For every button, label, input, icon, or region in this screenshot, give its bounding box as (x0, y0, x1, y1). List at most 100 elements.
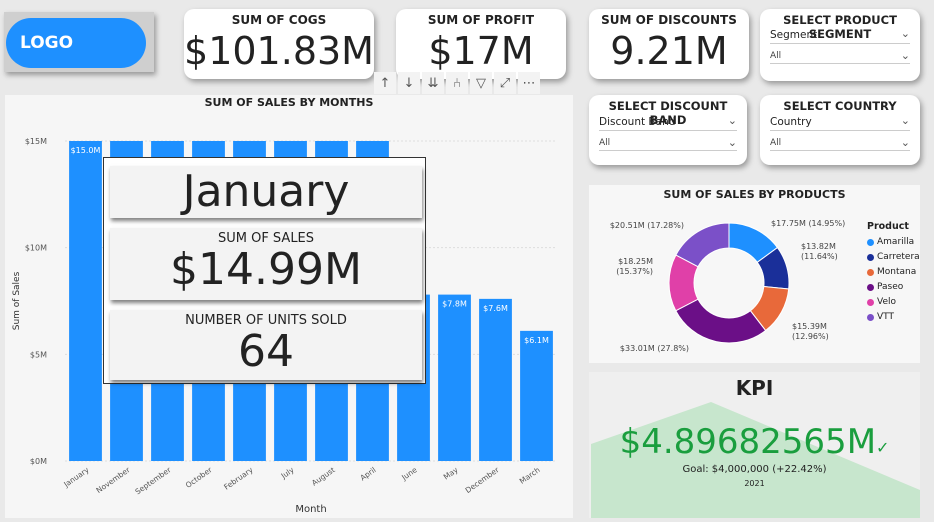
product-legend: Product Amarilla Carretera Montana Paseo Vel… (867, 221, 920, 327)
discount-band-dropdown[interactable]: All ⌄ (599, 136, 737, 151)
tooltip-month-card: January (110, 166, 422, 218)
x-tick-label: September (134, 465, 174, 497)
chevron-down-icon[interactable]: ⌄ (728, 136, 737, 149)
bar[interactable] (69, 141, 102, 461)
chevron-down-icon[interactable]: ⌄ (901, 49, 910, 62)
kpi-panel: KPI $4.89682565M✓ Goal: $4,000,000 (+22.… (589, 372, 920, 518)
slice-data-label: $17.75M (14.95%) (771, 219, 845, 228)
bar[interactable] (520, 330, 553, 461)
tooltip-units-value: 64 (238, 326, 294, 377)
kpi-value: $4.89682565M✓ (619, 422, 890, 462)
legend-item[interactable]: Velo (867, 297, 920, 307)
legend-item[interactable]: Paseo (867, 282, 920, 292)
kpi-goal: Goal: $4,000,000 (+22.42%) (682, 464, 827, 475)
y-tick-label: $15M (25, 137, 47, 146)
legend-swatch (867, 253, 874, 261)
legend-item[interactable]: Amarilla (867, 237, 920, 247)
x-tick-label: December (464, 465, 502, 495)
kpi-year: 2021 (744, 479, 765, 488)
country-dropdown[interactable]: All ⌄ (770, 136, 910, 151)
slice-data-label: $13.82M (801, 242, 836, 251)
expand-all-icon[interactable]: ⇊ (422, 72, 444, 94)
check-icon: ✓ (876, 438, 890, 457)
chevron-down-icon[interactable]: ⌄ (901, 27, 910, 40)
legend-item[interactable]: VTT (867, 312, 920, 322)
discounts-value: 9.21M (610, 29, 728, 73)
legend-label: Amarilla (877, 237, 915, 247)
tooltip-month: January (182, 166, 350, 217)
legend-label: VTT (877, 312, 894, 322)
bar[interactable] (438, 294, 471, 461)
filter-icon[interactable]: ▽ (470, 72, 492, 94)
slice-data-label: $33.01M (27.8%) (620, 344, 689, 353)
y-tick-label: $0M (30, 457, 47, 466)
legend-item[interactable]: Carretera (867, 252, 920, 262)
chevron-down-icon[interactable]: ⌄ (728, 114, 737, 127)
legend-label: Montana (877, 267, 917, 277)
x-tick-label: August (310, 465, 337, 487)
segment-slicer[interactable]: SELECT PRODUCT SEGMENT Segment ⌄ All ⌄ (760, 9, 920, 81)
discounts-title: SUM OF DISCOUNTS (601, 13, 737, 27)
focus-mode-icon[interactable]: ⤢ (494, 72, 516, 94)
x-tick-label: April (358, 465, 377, 482)
tooltip-sales-value: $14.99M (170, 244, 362, 295)
country-field[interactable]: Country ⌄ (770, 114, 910, 131)
tooltip-units-card: NUMBER OF UNITS SOLD 64 (110, 310, 422, 380)
legend-swatch (867, 238, 874, 246)
country-slicer[interactable]: SELECT COUNTRY Country ⌄ All ⌄ (760, 95, 920, 165)
y-tick-label: $5M (30, 350, 47, 359)
legend-items: Amarilla Carretera Montana Paseo Velo VTT (867, 237, 920, 322)
bar-data-label: $7.8M (442, 300, 467, 309)
x-axis-label: Month (295, 504, 326, 515)
profit-value: $17M (428, 29, 534, 73)
slice-data-label-pct: (11.64%) (801, 252, 838, 261)
discount-band-slicer[interactable]: SELECT DISCOUNT BAND Discount Band ⌄ All… (589, 95, 747, 165)
slice-data-label: $20.51M (17.28%) (610, 221, 684, 230)
x-tick-label: March (518, 465, 542, 486)
x-tick-label: February (222, 465, 255, 492)
logo: LOGO (6, 18, 146, 68)
segment-field[interactable]: Segment ⌄ (770, 27, 910, 44)
discounts-card: SUM OF DISCOUNTS 9.21M (589, 9, 749, 79)
chart-tooltip: January SUM OF SALES $14.99M NUMBER OF U… (103, 157, 426, 384)
legend-swatch (867, 283, 874, 291)
slice-data-label: $15.39M (792, 322, 827, 331)
kpi-title: KPI (735, 376, 774, 400)
profit-card: SUM OF PROFIT $17M (396, 9, 566, 79)
segment-dropdown[interactable]: All ⌄ (770, 49, 910, 64)
x-tick-label: January (61, 465, 91, 490)
bar-data-label: $15.0M (71, 146, 101, 155)
legend-item[interactable]: Montana (867, 267, 920, 277)
legend-title: Product (867, 221, 909, 232)
x-tick-label: November (95, 465, 133, 495)
y-axis-label: Sum of Sales (12, 271, 22, 330)
more-options-icon[interactable]: ⋯ (518, 72, 540, 94)
bar[interactable] (479, 298, 512, 461)
legend-label: Carretera (877, 252, 920, 262)
donut-slice[interactable] (675, 298, 767, 344)
chevron-down-icon[interactable]: ⌄ (901, 114, 910, 127)
slice-data-label-pct: (12.96%) (792, 332, 829, 341)
visual-toolbar: ↑ ↓ ⇊ ⑃ ▽ ⤢ ⋯ (374, 72, 540, 94)
slice-data-label-pct: (15.37%) (616, 267, 653, 276)
y-tick-label: $10M (25, 244, 47, 253)
x-tick-label: October (184, 465, 214, 490)
cogs-card: SUM OF COGS $101.83M (184, 9, 374, 79)
x-tick-label: July (279, 465, 296, 481)
slice-data-label: $18.25M (618, 257, 653, 266)
drill-down-icon[interactable]: ↓ (398, 72, 420, 94)
sales-by-products-panel: SUM OF SALES BY PRODUCTS $17.75M (14.95%… (589, 185, 920, 363)
cogs-title: SUM OF COGS (231, 13, 327, 27)
bar-data-label: $7.6M (483, 304, 508, 313)
discount-band-field[interactable]: Discount Band ⌄ (599, 114, 737, 131)
legend-label: Velo (877, 297, 897, 307)
chevron-down-icon[interactable]: ⌄ (901, 136, 910, 149)
drill-up-icon[interactable]: ↑ (374, 72, 396, 94)
legend-swatch (867, 298, 874, 306)
legend-swatch (867, 268, 874, 276)
legend-swatch (867, 313, 874, 321)
bar-data-label: $6.1M (524, 336, 549, 345)
hierarchy-icon[interactable]: ⑃ (446, 72, 468, 94)
country-slicer-title: SELECT COUNTRY (783, 99, 897, 113)
profit-title: SUM OF PROFIT (427, 13, 535, 27)
